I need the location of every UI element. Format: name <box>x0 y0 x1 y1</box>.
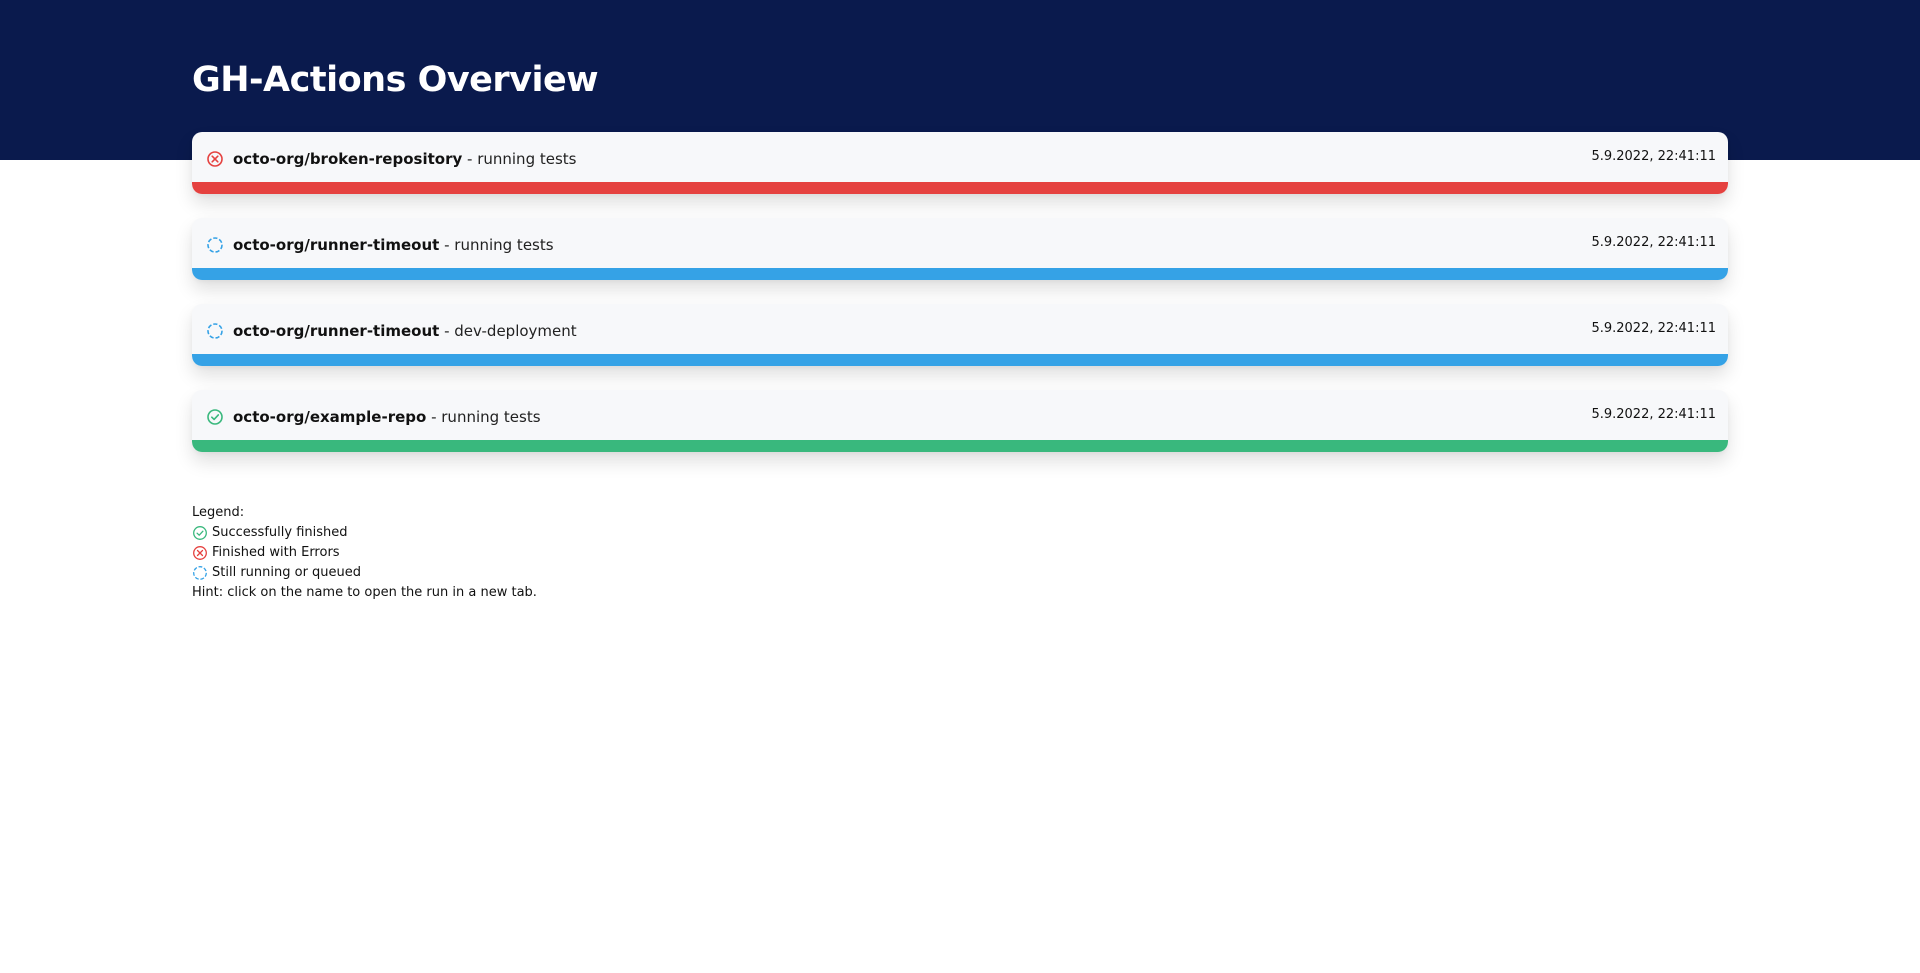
legend: Legend: Successfully finished Finished w… <box>192 503 537 603</box>
run-separator: - <box>439 322 455 340</box>
check-circle-icon <box>192 525 208 541</box>
spinner-icon <box>192 565 208 581</box>
run-workflow-name: dev-deployment <box>454 322 577 340</box>
legend-item-error: Finished with Errors <box>192 543 537 563</box>
run-card: octo-org/runner-timeout - running tests … <box>192 218 1728 280</box>
run-repo-link[interactable]: octo-org/runner-timeout <box>233 322 439 340</box>
legend-item-running: Still running or queued <box>192 563 537 583</box>
spinner-icon <box>206 236 224 254</box>
run-card: octo-org/example-repo - running tests 5.… <box>192 390 1728 452</box>
status-bar-error <box>192 182 1728 194</box>
run-list: octo-org/broken-repository - running tes… <box>192 132 1728 452</box>
run-repo-link[interactable]: octo-org/example-repo <box>233 408 426 426</box>
page-title: GH-Actions Overview <box>192 60 599 100</box>
legend-item-label: Successfully finished <box>212 525 348 540</box>
error-circle-icon <box>206 150 224 168</box>
check-circle-icon <box>206 408 224 426</box>
spinner-icon <box>206 322 224 340</box>
main-container: GH-Actions Overview octo-org/broken-repo… <box>192 0 1728 476</box>
run-separator: - <box>426 408 442 426</box>
run-card: octo-org/broken-repository - running tes… <box>192 132 1728 194</box>
run-timestamp: 5.9.2022, 22:41:11 <box>1591 235 1716 250</box>
run-timestamp: 5.9.2022, 22:41:11 <box>1591 407 1716 422</box>
legend-heading: Legend: <box>192 505 245 520</box>
run-timestamp: 5.9.2022, 22:41:11 <box>1591 149 1716 164</box>
run-workflow-name: running tests <box>477 150 577 168</box>
run-repo-link[interactable]: octo-org/runner-timeout <box>233 236 439 254</box>
run-workflow-name: running tests <box>441 408 541 426</box>
legend-hint: Hint: click on the name to open the run … <box>192 585 537 600</box>
run-card: octo-org/runner-timeout - dev-deployment… <box>192 304 1728 366</box>
run-timestamp: 5.9.2022, 22:41:11 <box>1591 321 1716 336</box>
error-circle-icon <box>192 545 208 561</box>
status-bar-running <box>192 268 1728 280</box>
run-separator: - <box>439 236 455 254</box>
status-bar-running <box>192 354 1728 366</box>
run-repo-link[interactable]: octo-org/broken-repository <box>233 150 462 168</box>
run-separator: - <box>462 150 478 168</box>
legend-item-success: Successfully finished <box>192 523 537 543</box>
legend-item-label: Finished with Errors <box>212 545 340 560</box>
legend-item-label: Still running or queued <box>212 565 362 580</box>
run-workflow-name: running tests <box>454 236 554 254</box>
status-bar-success <box>192 440 1728 452</box>
